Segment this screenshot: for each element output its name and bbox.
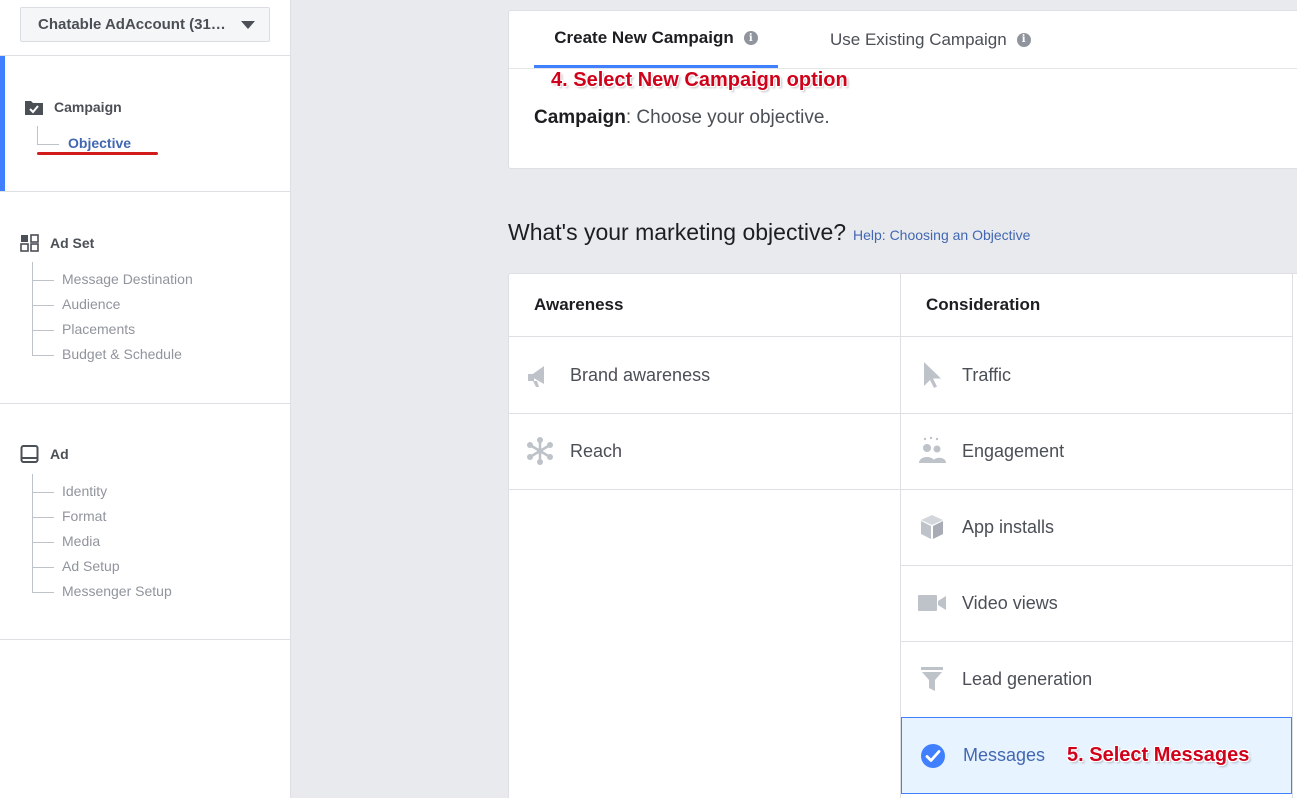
tree-line — [37, 126, 38, 144]
tree-line — [32, 592, 54, 593]
marketing-objective-title: What's your marketing objective? — [508, 219, 847, 245]
tree-line — [32, 330, 54, 331]
tree-line — [32, 542, 54, 543]
tree-line — [32, 355, 54, 356]
tree-line — [32, 262, 33, 355]
ad-account-dropdown[interactable]: Chatable AdAccount (31… — [20, 7, 270, 42]
sidebar-item-format[interactable]: Format — [62, 508, 106, 524]
objective-video-views[interactable]: Video views — [901, 565, 1292, 642]
check-circle-icon — [918, 741, 948, 771]
cube-icon — [917, 512, 947, 542]
people-icon — [917, 436, 947, 466]
divider — [0, 403, 291, 404]
sidebar-campaign-title: Campaign — [54, 99, 122, 115]
sidebar-item-audience[interactable]: Audience — [62, 296, 120, 312]
tree-line — [32, 517, 54, 518]
sidebar-item-messenger-setup[interactable]: Messenger Setup — [62, 583, 172, 599]
annotation-select-new-campaign: 4. Select New Campaign option — [551, 69, 848, 91]
objective-engagement[interactable]: Engagement — [901, 413, 1292, 490]
campaign-tabs: Create New Campaign i Use Existing Campa… — [509, 11, 1297, 69]
sidebar-ad-header[interactable]: Ad — [20, 444, 69, 464]
objective-grid: Awareness Brand awareness Reach Consider… — [508, 273, 1297, 798]
objective-label: App installs — [962, 516, 1055, 537]
sidebar-item-identity[interactable]: Identity — [62, 483, 107, 499]
info-icon[interactable]: i — [743, 31, 758, 45]
objective-label: Reach — [570, 440, 623, 461]
objective-label: Traffic — [962, 364, 1012, 385]
annotation-underline — [37, 152, 158, 155]
sidebar-item-ad-setup[interactable]: Ad Setup — [62, 558, 120, 574]
tree-line — [32, 567, 54, 568]
annotation-select-messages: 5. Select Messages — [1067, 744, 1250, 766]
grid-icon — [20, 233, 40, 253]
tab-use-existing-campaign[interactable]: Use Existing Campaign i — [830, 11, 1031, 68]
tree-line — [32, 280, 54, 281]
sidebar-item-placements[interactable]: Placements — [62, 321, 135, 337]
sidebar-adset-header[interactable]: Ad Set — [20, 233, 94, 253]
objective-lead-generation[interactable]: Lead generation — [901, 641, 1292, 718]
megaphone-icon — [525, 360, 555, 390]
active-indicator — [0, 56, 5, 191]
cursor-icon — [917, 360, 947, 390]
column-divider — [1292, 274, 1293, 798]
objective-label: Engagement — [962, 440, 1065, 461]
column-header-awareness: Awareness — [509, 274, 900, 337]
sidebar-item-message-destination[interactable]: Message Destination — [62, 271, 193, 287]
sidebar-item-budget-schedule[interactable]: Budget & Schedule — [62, 346, 182, 362]
sidebar-adset-title: Ad Set — [50, 235, 95, 251]
objective-brand-awareness[interactable]: Brand awareness — [509, 337, 900, 414]
tree-line — [37, 144, 59, 145]
tree-line — [32, 492, 54, 493]
column-consideration: Consideration Traffic Engagement App ins… — [900, 274, 1292, 798]
column-awareness: Awareness Brand awareness Reach — [509, 274, 900, 798]
objective-app-installs[interactable]: App installs — [901, 489, 1292, 566]
campaign-card: Create New Campaign i Use Existing Campa… — [508, 10, 1297, 169]
campaign-label: Campaign — [534, 107, 626, 128]
campaign-text: : Choose your objective. — [625, 107, 830, 128]
sidebar-item-media[interactable]: Media — [62, 533, 100, 549]
tree-line — [32, 305, 54, 306]
funnel-icon — [917, 664, 947, 694]
campaign-objective-prompt: Campaign: Choose your objective. — [534, 107, 830, 129]
tab-create-new-campaign[interactable]: Create New Campaign i — [534, 11, 778, 68]
help-choosing-objective-link[interactable]: Help: Choosing an Objective — [853, 227, 1030, 243]
tab-label: Use Existing Campaign — [830, 29, 1007, 49]
folder-check-icon — [24, 97, 44, 117]
objective-label: Messages — [963, 745, 1046, 765]
objective-label: Brand awareness — [570, 364, 711, 385]
objective-label: Lead generation — [962, 668, 1093, 689]
tab-label: Create New Campaign — [554, 28, 734, 47]
objective-traffic[interactable]: Traffic — [901, 337, 1292, 414]
info-icon[interactable]: i — [1016, 32, 1031, 47]
divider — [0, 191, 291, 192]
sidebar-campaign-header[interactable]: Campaign — [24, 97, 122, 117]
video-camera-icon — [917, 588, 947, 618]
ad-screen-icon — [20, 444, 40, 464]
objective-label: Video views — [962, 592, 1058, 613]
sidebar-ad-title: Ad — [50, 446, 69, 462]
sidebar: Chatable AdAccount (31… Campaign Objecti… — [0, 0, 291, 798]
sidebar-item-objective[interactable]: Objective — [68, 135, 131, 151]
caret-down-icon — [241, 20, 255, 29]
asterisk-network-icon — [525, 436, 555, 466]
objective-messages[interactable]: Messages 5. Select Messages — [901, 717, 1292, 794]
ad-account-label: Chatable AdAccount (31… — [38, 16, 226, 33]
sidebar-section-campaign[interactable] — [0, 56, 291, 191]
column-header-consideration: Consideration — [901, 274, 1292, 337]
divider — [0, 639, 291, 640]
objective-reach[interactable]: Reach — [509, 413, 900, 490]
